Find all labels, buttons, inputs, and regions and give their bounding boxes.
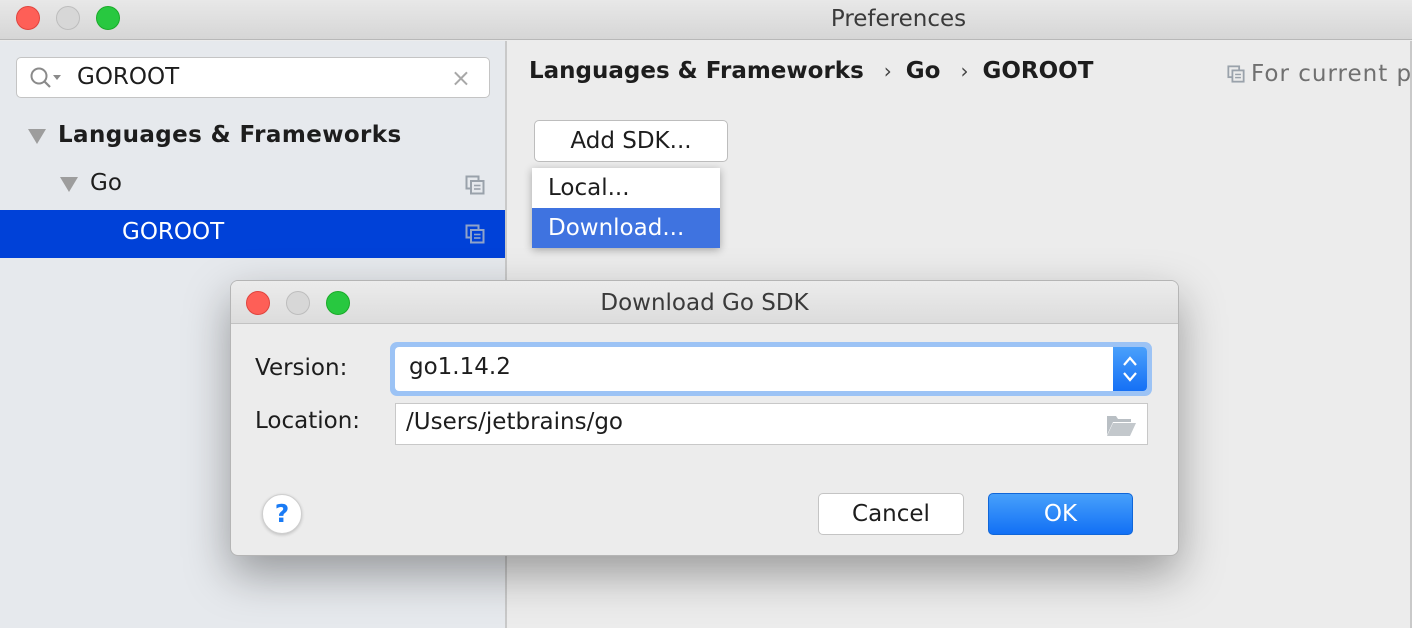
tree-item-languages-frameworks[interactable]: Languages & Frameworks (0, 113, 505, 161)
menu-item-local[interactable]: Local... (532, 168, 720, 208)
location-value[interactable]: /Users/jetbrains/go (406, 409, 623, 435)
tree-item-label: Languages & Frameworks (58, 122, 402, 148)
expand-arrow-icon[interactable] (28, 129, 46, 144)
version-value: go1.14.2 (409, 354, 511, 380)
breadcrumb-separator: › (883, 59, 892, 83)
menu-item-download[interactable]: Download... (532, 208, 720, 248)
breadcrumb-item: Languages & Frameworks (529, 58, 864, 84)
location-label: Location: (255, 408, 361, 434)
help-button[interactable]: ? (262, 494, 302, 534)
version-select[interactable]: go1.14.2 (395, 347, 1147, 391)
add-sdk-button[interactable]: Add SDK... (534, 120, 728, 162)
search-input[interactable]: GOROOT (77, 64, 179, 90)
search-icon[interactable] (29, 66, 63, 90)
tree-item-go[interactable]: Go (0, 161, 505, 209)
version-dropdown-button[interactable] (1113, 347, 1147, 391)
tree-item-label: GOROOT (122, 219, 225, 245)
project-scope-icon (1227, 65, 1245, 83)
clear-search-icon[interactable]: × (451, 64, 471, 92)
breadcrumb: Languages & Frameworks › Go › GOROOT (529, 58, 1093, 84)
window-titlebar: Preferences (0, 0, 1412, 40)
add-sdk-menu: Local... Download... (532, 168, 720, 248)
ok-button[interactable]: OK (988, 493, 1133, 535)
project-scope-icon (465, 175, 485, 195)
version-label: Version: (255, 355, 348, 381)
expand-arrow-icon[interactable] (60, 177, 78, 192)
tree-item-label: Go (90, 170, 122, 196)
scope-label: For current p (1251, 61, 1412, 87)
tree-item-goroot[interactable]: GOROOT (0, 210, 505, 258)
scope-indicator: For current p (1227, 61, 1412, 87)
window-title: Preferences (830, 6, 967, 32)
download-go-sdk-dialog: Download Go SDK Version: go1.14.2 Locati… (230, 280, 1179, 556)
dialog-titlebar: Download Go SDK (231, 281, 1178, 324)
breadcrumb-separator: › (960, 59, 969, 83)
project-scope-icon (465, 224, 485, 244)
browse-folder-icon[interactable] (1105, 413, 1137, 437)
location-input[interactable]: /Users/jetbrains/go (395, 403, 1148, 445)
breadcrumb-item: Go (905, 58, 941, 84)
dialog-title: Download Go SDK (600, 290, 809, 316)
up-down-chevron-icon (1123, 356, 1137, 382)
cancel-button[interactable]: Cancel (818, 493, 964, 535)
settings-search-field[interactable]: GOROOT × (16, 57, 490, 98)
breadcrumb-item: GOROOT (982, 58, 1094, 84)
